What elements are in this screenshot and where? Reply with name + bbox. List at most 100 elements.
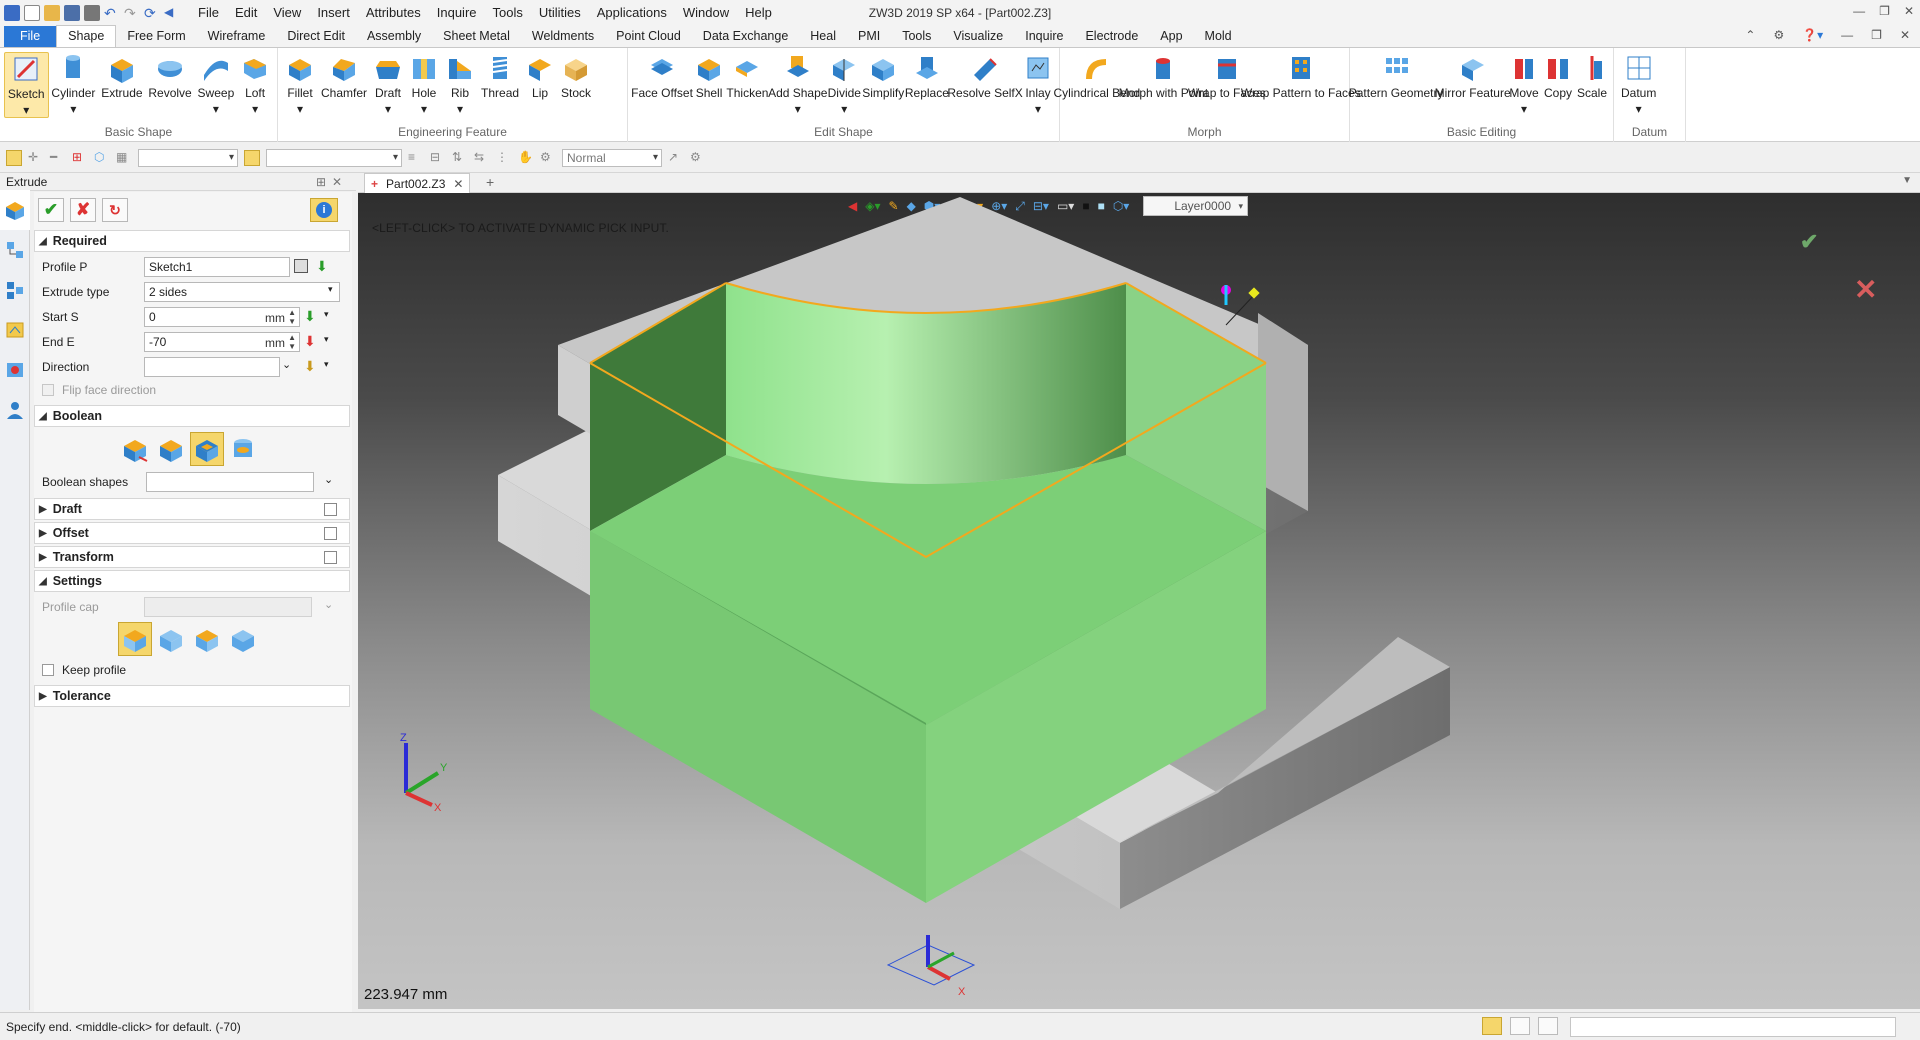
- profile-cap-field[interactable]: [144, 596, 312, 617]
- filter-combo[interactable]: [138, 148, 238, 167]
- toolbar-tool-d-icon[interactable]: ⇆: [474, 150, 490, 166]
- inlay-dropdown-icon[interactable]: ▾: [1035, 102, 1041, 116]
- tab-assembly[interactable]: Assembly: [356, 26, 432, 47]
- pattern-geometry-button[interactable]: Pattern Geometry: [1349, 52, 1443, 100]
- crosshair-icon[interactable]: ✛: [28, 150, 44, 166]
- section-boolean[interactable]: ◢ Boolean: [34, 405, 350, 427]
- hole-button[interactable]: Hole ▾: [406, 52, 442, 116]
- menu-edit[interactable]: Edit: [227, 0, 265, 26]
- simplify-button[interactable]: Simplify: [862, 52, 905, 100]
- hole-dropdown-icon[interactable]: ▾: [421, 102, 427, 116]
- toolbar-tool-b-icon[interactable]: ⊟: [430, 150, 446, 166]
- face-offset-button[interactable]: Face Offset: [631, 52, 693, 100]
- cap-option-4-icon[interactable]: [226, 622, 260, 656]
- fillet-button[interactable]: Fillet ▾: [282, 52, 318, 116]
- tab-wireframe[interactable]: Wireframe: [197, 26, 277, 47]
- inlay-button[interactable]: Inlay ▾: [1021, 52, 1055, 116]
- panel-close-icon[interactable]: ✕: [332, 173, 342, 191]
- tab-visualize[interactable]: Visualize: [942, 26, 1014, 47]
- tab-app[interactable]: App: [1149, 26, 1193, 47]
- menu-view[interactable]: View: [265, 0, 309, 26]
- start-spinner[interactable]: ▲ ▼: [288, 308, 296, 326]
- settings-gear-icon[interactable]: ⚙: [1773, 28, 1784, 42]
- redo-icon[interactable]: ↷: [124, 5, 140, 21]
- menu-file[interactable]: File: [190, 0, 227, 26]
- sweep-button[interactable]: Sweep ▾: [195, 52, 238, 116]
- move-button[interactable]: Move ▾: [1507, 52, 1541, 116]
- profile-pick-icon[interactable]: ⬇: [316, 258, 332, 274]
- end-field[interactable]: -70 mm ▲ ▼: [144, 331, 300, 352]
- profile-field[interactable]: Sketch1: [144, 256, 290, 277]
- tab-direct-edit[interactable]: Direct Edit: [276, 26, 356, 47]
- print-icon[interactable]: [84, 5, 100, 21]
- profile-sketch-icon[interactable]: [294, 259, 308, 273]
- draft-dropdown-icon[interactable]: ▾: [385, 102, 391, 116]
- resolve-selfx-button[interactable]: Resolve SelfX: [947, 52, 1023, 100]
- tab-free-form[interactable]: Free Form: [116, 26, 196, 47]
- minimize-icon[interactable]: —: [1853, 4, 1865, 18]
- tab-shape[interactable]: Shape: [56, 25, 117, 47]
- sketch-dropdown-icon[interactable]: ▾: [23, 103, 29, 117]
- profile-cap-expand-icon[interactable]: ⌄: [324, 598, 340, 614]
- apply-button[interactable]: ↻: [102, 198, 128, 222]
- help-icon[interactable]: ❓▾: [1802, 28, 1823, 42]
- menu-utilities[interactable]: Utilities: [531, 0, 589, 26]
- stock-button[interactable]: Stock: [558, 52, 594, 100]
- sweep-dropdown-icon[interactable]: ▾: [213, 102, 219, 116]
- tab-electrode[interactable]: Electrode: [1074, 26, 1149, 47]
- close-doc-icon[interactable]: ✕: [1900, 28, 1910, 42]
- menu-inquire[interactable]: Inquire: [429, 0, 485, 26]
- offset-checkbox[interactable]: [324, 527, 337, 540]
- open-folder-icon[interactable]: [44, 5, 60, 21]
- start-field[interactable]: 0 mm ▲ ▼: [144, 306, 300, 327]
- arrow-tool-icon[interactable]: ↗: [668, 150, 684, 166]
- app-logo-icon[interactable]: [4, 5, 20, 21]
- direction-expand-icon[interactable]: ⌄: [282, 358, 298, 374]
- status-view-icon[interactable]: [1482, 1017, 1502, 1035]
- status-screen-icon[interactable]: [1510, 1017, 1530, 1035]
- section-settings[interactable]: ◢ Settings: [34, 570, 350, 592]
- scale-button[interactable]: Scale: [1575, 52, 1609, 100]
- cap-option-3-icon[interactable]: [190, 622, 224, 656]
- boolean-shapes-field[interactable]: [146, 471, 314, 492]
- cap-option-2-icon[interactable]: [154, 622, 188, 656]
- boolean-intersect-icon[interactable]: [226, 432, 260, 466]
- rib-dropdown-icon[interactable]: ▾: [457, 102, 463, 116]
- user-manager-icon[interactable]: [0, 390, 30, 430]
- new-tab-icon[interactable]: +: [486, 174, 494, 190]
- tab-inquire[interactable]: Inquire: [1014, 26, 1074, 47]
- extrude-type-dropdown-icon[interactable]: ▾: [328, 284, 344, 300]
- render-mode-combo[interactable]: Normal: [562, 148, 662, 167]
- tab-pmi[interactable]: PMI: [847, 26, 891, 47]
- thread-button[interactable]: Thread: [478, 52, 522, 100]
- divide-dropdown-icon[interactable]: ▾: [841, 102, 847, 116]
- restore-icon[interactable]: ❐: [1879, 4, 1890, 18]
- datum-dropdown-icon[interactable]: ▾: [1636, 102, 1642, 116]
- toolbar-tool-f-icon[interactable]: ✋: [518, 150, 534, 166]
- cancel-button[interactable]: ✘: [70, 198, 96, 222]
- pick-cursor-icon[interactable]: [6, 149, 22, 166]
- ok-button[interactable]: ✔: [38, 198, 64, 222]
- direction-field[interactable]: [144, 356, 280, 377]
- end-pick-icon[interactable]: ⬇: [304, 333, 320, 349]
- tab-sheet-metal[interactable]: Sheet Metal: [432, 26, 521, 47]
- lip-button[interactable]: Lip: [522, 52, 558, 100]
- command-input-field[interactable]: [1570, 1017, 1896, 1037]
- cylinder-button[interactable]: Cylinder ▾: [49, 52, 99, 116]
- tab-heal[interactable]: Heal: [799, 26, 847, 47]
- pin-icon[interactable]: ⊞: [316, 173, 326, 191]
- visual-manager-icon[interactable]: [0, 350, 30, 390]
- end-options-icon[interactable]: ▾: [324, 334, 340, 350]
- draft-checkbox[interactable]: [324, 503, 337, 516]
- boolean-base-icon[interactable]: [118, 432, 152, 466]
- smart-pick-icon[interactable]: [244, 149, 260, 166]
- cylinder-dropdown-icon[interactable]: ▾: [70, 102, 76, 116]
- boolean-remove-icon[interactable]: [190, 432, 224, 466]
- menu-applications[interactable]: Applications: [589, 0, 675, 26]
- tab-data-exchange[interactable]: Data Exchange: [692, 26, 799, 47]
- move-dropdown-icon[interactable]: ▾: [1521, 102, 1527, 116]
- tab-weldments[interactable]: Weldments: [521, 26, 605, 47]
- loft-button[interactable]: Loft ▾: [237, 52, 273, 116]
- menu-attributes[interactable]: Attributes: [358, 0, 429, 26]
- save-icon[interactable]: [64, 5, 80, 21]
